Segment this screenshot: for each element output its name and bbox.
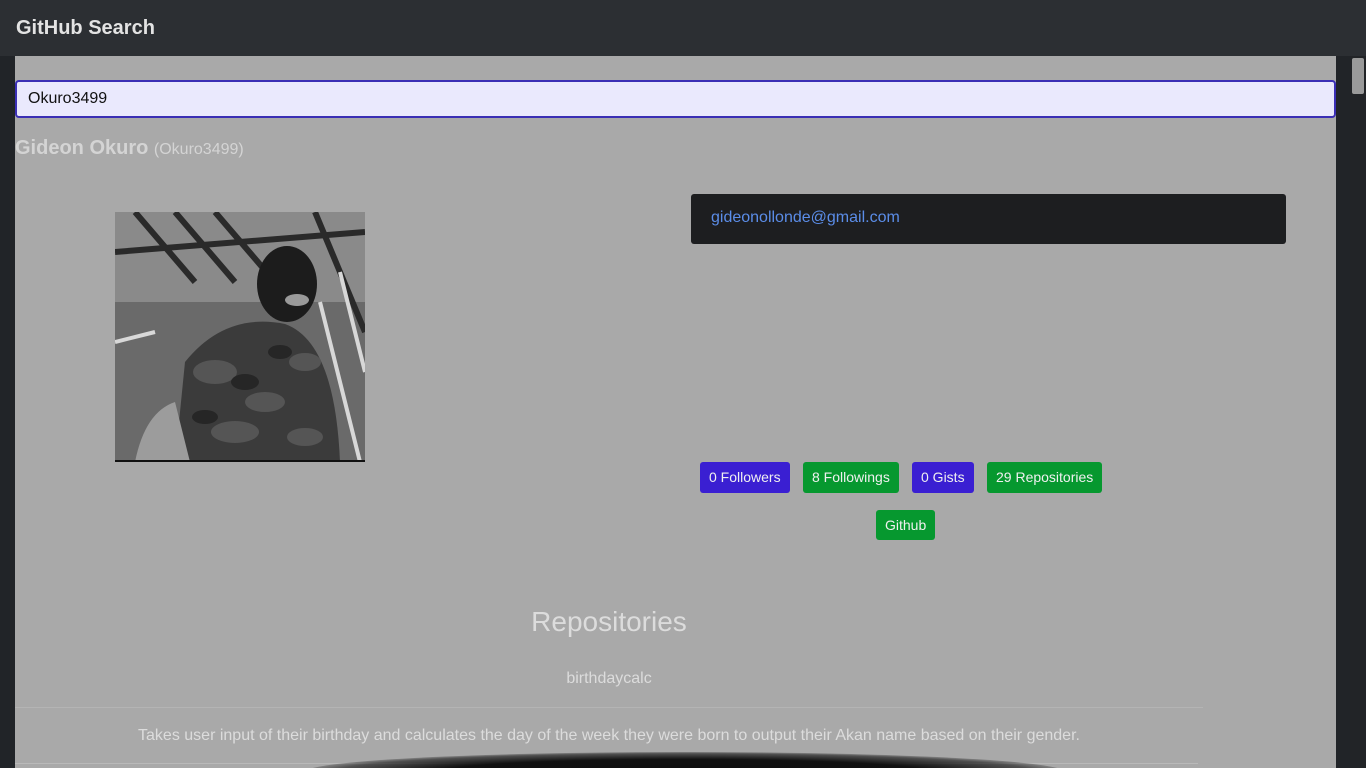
email-link[interactable]: gideonollonde@gmail.com: [711, 209, 900, 227]
profile-login: (Okuro3499): [153, 141, 244, 158]
scroll-shadow: [305, 752, 1065, 768]
scrollbar-thumb[interactable]: [1352, 58, 1364, 94]
profile-name: Gideon Okuro: [15, 137, 149, 159]
profile-avatar: [115, 212, 365, 462]
github-button[interactable]: Github: [876, 510, 936, 540]
repositories-badge[interactable]: 29 Repositories: [987, 462, 1103, 493]
scrollbar[interactable]: [1350, 56, 1366, 768]
top-navbar: GitHub Search: [0, 0, 1366, 56]
avatar-photo: [115, 212, 365, 462]
repositories-heading: Repositories: [531, 606, 687, 637]
main-content: Gideon Okuro (Okuro3499): [15, 56, 1336, 768]
gists-badge[interactable]: 0 Gists: [912, 462, 974, 493]
profile-title: Gideon Okuro (Okuro3499): [15, 137, 244, 160]
search-input[interactable]: [15, 80, 1336, 118]
app-brand[interactable]: GitHub Search: [16, 17, 155, 40]
email-card: gideonollonde@gmail.com: [691, 194, 1286, 244]
followers-badge[interactable]: 0 Followers: [700, 462, 790, 493]
divider: [15, 707, 1203, 708]
repo-name[interactable]: birthdaycalc: [15, 670, 1203, 688]
repo-description: Takes user input of their birthday and c…: [138, 727, 1080, 744]
followings-badge[interactable]: 8 Followings: [803, 462, 899, 493]
